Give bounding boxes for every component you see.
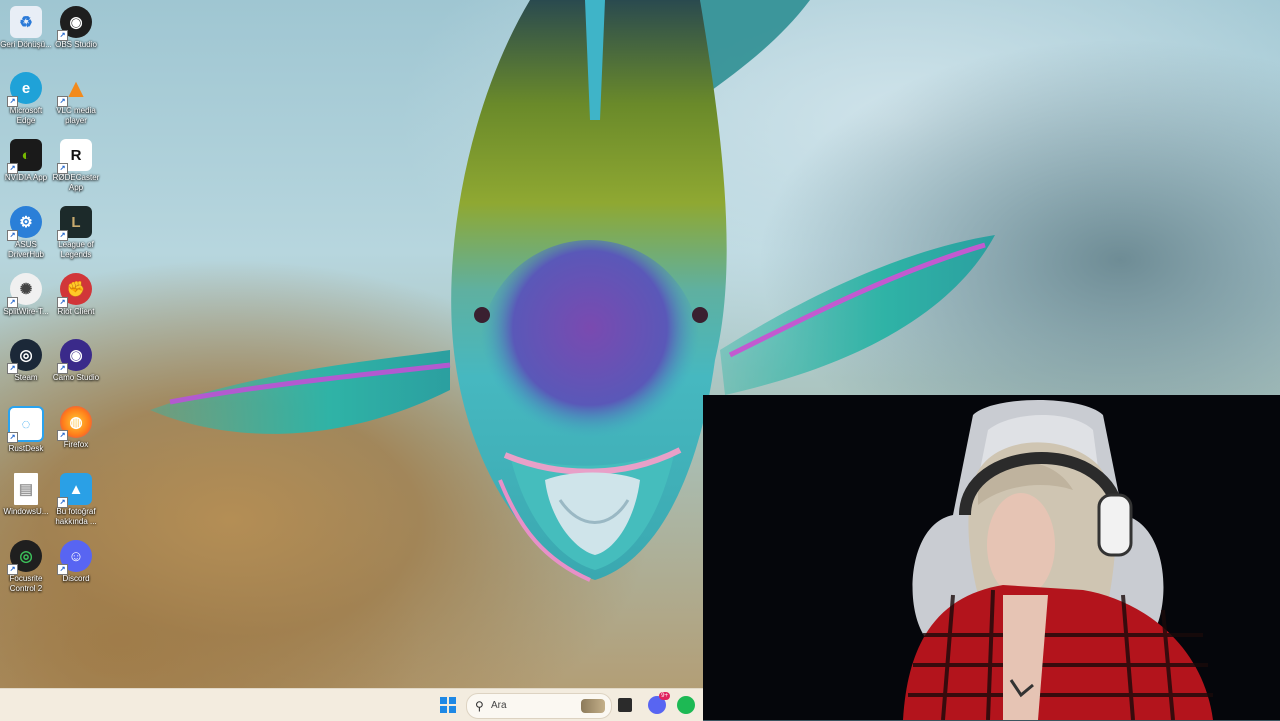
taskbar-discord-icon[interactable]: 9+ (648, 692, 670, 714)
spotify-icon[interactable] (677, 696, 695, 714)
discord-icon: ☺ ↗ (57, 540, 92, 575)
nvidia-icon: ◐ ↗ (7, 139, 42, 174)
notification-badge: 9+ (659, 692, 670, 700)
camo-studio-icon: ◉ ↗ (57, 339, 92, 374)
rodecaster-icon: R ↗ (57, 139, 92, 174)
desktop-icon-rodecaster-app[interactable]: R ↗ RØDECaster App (50, 135, 102, 193)
windows-start-icon[interactable] (440, 697, 456, 713)
riot-client-icon: ✊ ↗ (57, 273, 92, 308)
asus-driverhub-icon: ⚙ ↗ (7, 206, 42, 241)
desktop-icon-firefox[interactable]: ◍ ↗ Firefox (50, 402, 102, 450)
taskbar-search-box[interactable]: ⚲ Ara (466, 693, 612, 719)
desktop-icon-splitwire[interactable]: ✺ ↗ SplitWire-T... (0, 269, 52, 317)
desktop-icon-recycle-bin[interactable]: ♻ Geri Dönüşü... (0, 2, 52, 50)
desktop-icon-windows-update-doc[interactable]: ▤ WindowsU... (0, 469, 52, 517)
photo-info-icon: ▲ ↗ (57, 473, 92, 508)
desktop-icon-rustdesk[interactable]: ◌ ↗ RustDesk (0, 402, 52, 454)
desktop-icon-asus-driverhub[interactable]: ⚙ ↗ ASUS DriverHub (0, 202, 52, 260)
desktop-icon-photo-info[interactable]: ▲ ↗ Bu fotoğraf hakkında ... (50, 469, 102, 527)
webcam-person-image (903, 400, 1213, 720)
recycle-bin-icon: ♻ (10, 6, 42, 38)
obs-icon: ◉ ↗ (57, 6, 92, 41)
desktop-icon-vlc[interactable]: ▲ ↗ VLC media player (50, 68, 102, 126)
league-of-legends-icon: L ↗ (57, 206, 92, 241)
desktop-icon-obs-studio[interactable]: ◉ ↗ OBS Studio (50, 2, 102, 50)
desktop-icon-microsoft-edge[interactable]: e ↗ Microsoft Edge (0, 68, 52, 126)
taskbar: ⚲ Ara 9+ (0, 688, 703, 721)
search-highlight-image (581, 699, 605, 713)
file-explorer-icon[interactable] (618, 698, 632, 712)
desktop-icon-riot-client[interactable]: ✊ ↗ Riot Client (50, 269, 102, 317)
desktop-icon-focusrite-control[interactable]: ◎ ↗ Focusrite Control 2 (0, 536, 52, 594)
splitwire-icon: ✺ ↗ (7, 273, 42, 308)
search-placeholder: Ara (491, 700, 507, 711)
search-icon: ⚲ (475, 699, 484, 713)
desktop-icon-steam[interactable]: ◎ ↗ Steam (0, 335, 52, 383)
edge-icon: e ↗ (7, 72, 42, 107)
webcam-overlay (703, 395, 1280, 720)
vlc-icon: ▲ ↗ (57, 72, 92, 107)
rustdesk-icon: ◌ ↗ (7, 406, 44, 443)
steam-icon: ◎ ↗ (7, 339, 42, 374)
desktop-icon-discord[interactable]: ☺ ↗ Discord (50, 536, 102, 584)
desktop-icon-nvidia-app[interactable]: ◐ ↗ NVIDIA App (0, 135, 52, 183)
document-icon: ▤ (14, 473, 38, 505)
desktop-icon-league-of-legends[interactable]: L ↗ League of Legends (50, 202, 102, 260)
firefox-icon: ◍ ↗ (57, 406, 92, 441)
desktop-icon-camo-studio[interactable]: ◉ ↗ Camo Studio (50, 335, 102, 383)
focusrite-icon: ◎ ↗ (7, 540, 42, 575)
